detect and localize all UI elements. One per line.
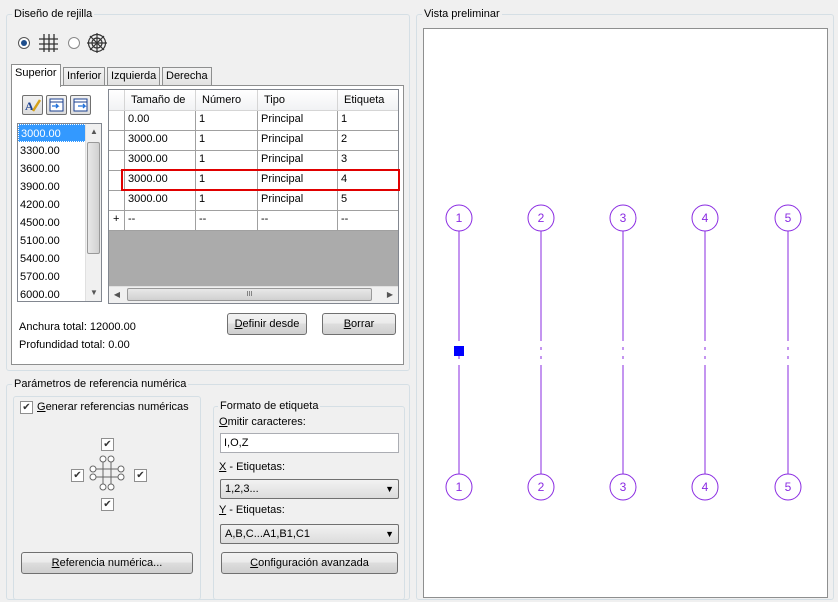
total-width: Anchura total: 12000.00: [19, 321, 136, 333]
x-labels-label: X - Etiquetas:: [219, 461, 286, 473]
omit-chars-label: Omitir caracteres:: [219, 416, 306, 428]
column-header-label[interactable]: Etiqueta: [338, 90, 398, 111]
list-scrollbar[interactable]: ▲ ▼: [85, 124, 101, 301]
numeric-ref-title: Parámetros de referencia numérica: [12, 378, 189, 391]
row-header[interactable]: [109, 111, 125, 131]
scroll-right-icon[interactable]: ▶: [382, 287, 398, 303]
cell-size[interactable]: 3000.00: [125, 151, 196, 171]
row-header[interactable]: [109, 151, 125, 171]
column-header-type[interactable]: Tipo: [258, 90, 338, 111]
grid-bubble-label: 2: [538, 480, 545, 494]
edit-spacing-icon: A: [25, 99, 42, 113]
cell-size[interactable]: 3000.00: [125, 191, 196, 211]
grid-bubble-label: 1: [456, 211, 463, 225]
import-spacing-button[interactable]: [46, 95, 67, 115]
new-row-marker[interactable]: +: [109, 211, 125, 231]
cell-number[interactable]: 1: [196, 191, 258, 211]
column-header-number[interactable]: Número: [196, 90, 258, 111]
row-header[interactable]: [109, 191, 125, 211]
cell-number[interactable]: 1: [196, 151, 258, 171]
grid-bubble-icon: [89, 455, 125, 491]
cell-type[interactable]: Principal: [258, 191, 338, 211]
right-position-checkbox[interactable]: ✔: [134, 469, 147, 482]
scroll-up-icon[interactable]: ▲: [86, 124, 102, 140]
generate-refs-checkbox[interactable]: ✔: [20, 401, 33, 414]
grid-bubble-label: 5: [785, 480, 792, 494]
x-labels-value: 1,2,3...: [225, 483, 259, 495]
label-format-title: Formato de etiqueta: [218, 400, 321, 413]
orthogonal-grid-icon: [39, 34, 58, 52]
highlighted-row-outline: [121, 169, 400, 191]
edit-spacing-button[interactable]: A: [22, 95, 43, 115]
generate-refs-label: Generar referencias numéricas: [37, 401, 189, 413]
omit-chars-input[interactable]: I,O,Z: [220, 433, 399, 453]
cell-type[interactable]: Principal: [258, 111, 338, 131]
export-spacing-icon: [73, 98, 88, 112]
y-labels-select[interactable]: A,B,C...A1,B1,C1 ▼: [220, 524, 399, 544]
tab-derecha[interactable]: Derecha: [162, 67, 212, 86]
left-position-checkbox[interactable]: ✔: [71, 469, 84, 482]
row-header[interactable]: [109, 131, 125, 151]
column-header-size[interactable]: Tamaño de: [125, 90, 196, 111]
y-labels-value: A,B,C...A1,B1,C1: [225, 528, 310, 540]
tab-izquierda[interactable]: Izquierda: [107, 67, 161, 86]
grid-bubble-label: 1: [456, 480, 463, 494]
radial-grid-radio[interactable]: [68, 37, 80, 49]
row-header-corner: [109, 90, 125, 111]
cell-type[interactable]: --: [258, 211, 338, 231]
cell-size[interactable]: 3000.00: [125, 131, 196, 151]
cell-label[interactable]: --: [338, 211, 398, 231]
orthogonal-grid-radio[interactable]: [18, 37, 30, 49]
cell-label[interactable]: 2: [338, 131, 398, 151]
total-depth: Profundidad total: 0.00: [19, 339, 130, 351]
grid-bubble-label: 4: [702, 211, 709, 225]
cell-label[interactable]: 1: [338, 111, 398, 131]
numeric-reference-button[interactable]: Referencia numérica...: [21, 552, 193, 574]
grid-table[interactable]: Tamaño de Número Tipo Etiqueta 0.00 1 Pr…: [108, 89, 399, 304]
grid-preview-svg: 1 1 2 2 3 3 4 4 5 5: [445, 204, 802, 501]
import-spacing-icon: [49, 98, 64, 112]
tab-inferior[interactable]: Inferior: [63, 67, 106, 86]
chevron-down-icon: ▼: [385, 484, 394, 494]
grid-design-title: Diseño de rejilla: [12, 8, 95, 21]
grid-bubble-label: 3: [620, 480, 627, 494]
svg-text:A: A: [25, 99, 34, 113]
grid-bubble-label: 4: [702, 480, 709, 494]
scroll-thumb[interactable]: III: [127, 288, 372, 301]
cell-number[interactable]: 1: [196, 131, 258, 151]
x-labels-select[interactable]: 1,2,3... ▼: [220, 479, 399, 499]
grid-bubble-label: 2: [538, 211, 545, 225]
cell-label[interactable]: 5: [338, 191, 398, 211]
bottom-position-checkbox[interactable]: ✔: [101, 498, 114, 511]
cell-size[interactable]: --: [125, 211, 196, 231]
delete-button[interactable]: Borrar: [322, 313, 396, 335]
preview-canvas: 1 1 2 2 3 3 4 4 5 5: [423, 28, 828, 598]
cell-number[interactable]: --: [196, 211, 258, 231]
tab-superior[interactable]: Superior: [11, 64, 61, 87]
cell-number[interactable]: 1: [196, 111, 258, 131]
chevron-down-icon: ▼: [385, 529, 394, 539]
spacing-list[interactable]: 3000.00 3300.00 3600.00 3900.00 4200.00 …: [17, 123, 102, 302]
define-from-button[interactable]: Definir desde: [227, 313, 307, 335]
table-hscrollbar[interactable]: ◀ III ▶: [109, 286, 398, 303]
radial-grid-icon: [87, 33, 107, 53]
scroll-down-icon[interactable]: ▼: [86, 285, 102, 301]
preview-title: Vista preliminar: [422, 8, 502, 21]
cell-type[interactable]: Principal: [258, 151, 338, 171]
origin-marker[interactable]: [454, 346, 464, 356]
scroll-thumb[interactable]: [87, 142, 100, 254]
export-spacing-button[interactable]: [70, 95, 91, 115]
cell-size[interactable]: 0.00: [125, 111, 196, 131]
y-labels-label: Y - Etiquetas:: [219, 504, 285, 516]
top-position-checkbox[interactable]: ✔: [101, 438, 114, 451]
advanced-config-button[interactable]: Configuración avanzada: [221, 552, 398, 574]
grid-bubble-label: 3: [620, 211, 627, 225]
grid-bubble-label: 5: [785, 211, 792, 225]
scroll-left-icon[interactable]: ◀: [109, 287, 125, 303]
scroll-grip: III: [246, 291, 253, 298]
cell-type[interactable]: Principal: [258, 131, 338, 151]
cell-label[interactable]: 3: [338, 151, 398, 171]
